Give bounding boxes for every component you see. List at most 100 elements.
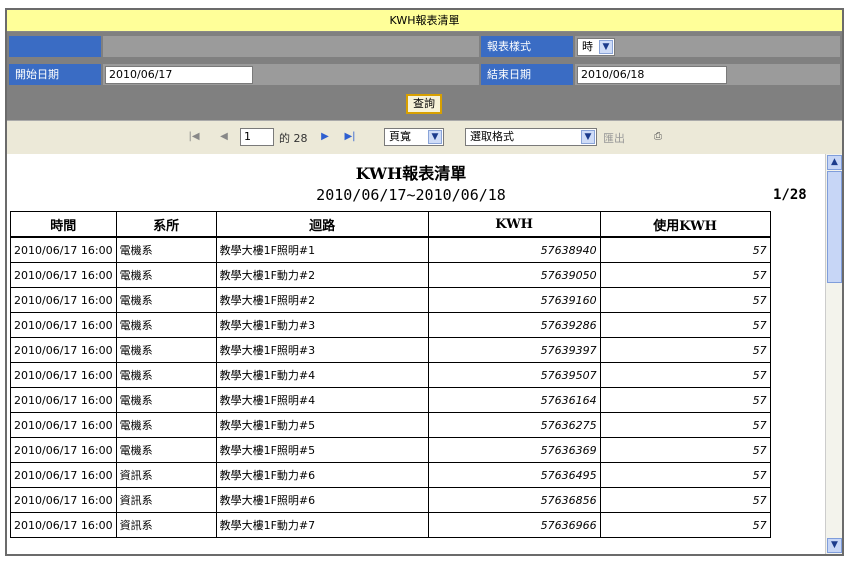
start-date-input[interactable]: 2010/06/17 xyxy=(105,66,253,84)
filter-row-2: 開始日期 2010/06/17 結束日期 2010/06/18 xyxy=(7,62,842,87)
cell-time: 2010/06/17 16:00 xyxy=(10,462,117,488)
end-date-label: 結束日期 xyxy=(481,64,573,85)
page-number-input[interactable]: 1 xyxy=(240,128,274,146)
cell-department: 電機系 xyxy=(115,362,217,388)
cell-kwh: 57639160 xyxy=(427,287,601,313)
last-page-icon[interactable]: ▶| xyxy=(343,130,357,144)
report-style-label: 報表樣式 xyxy=(481,36,573,57)
cell-department: 資訊系 xyxy=(115,487,217,513)
table-header-row: 時間 系所 迴路 KWH 使用KWH xyxy=(10,211,771,238)
report-toolbar: |◀ ◀ 1 的 28 ▶ ▶| 頁寬 ▼ 選取格式 ▼ 匯出 ⎙ xyxy=(7,120,842,155)
export-link[interactable]: 匯出 xyxy=(603,130,625,146)
scroll-down-icon[interactable]: ▼ xyxy=(827,538,842,553)
cell-used-kwh: 57 xyxy=(599,512,771,538)
table-row: 2010/06/17 16:00 電機系 教學大樓1F照明#1 57638940 57 xyxy=(10,236,771,263)
column-header: KWH xyxy=(427,211,601,238)
cell-circuit: 教學大樓1F動力#5 xyxy=(215,412,429,438)
cell-time: 2010/06/17 16:00 xyxy=(10,387,117,413)
cell-department: 電機系 xyxy=(115,312,217,338)
cell-department: 資訊系 xyxy=(115,462,217,488)
blank-value-cell xyxy=(103,36,479,57)
cell-department: 資訊系 xyxy=(115,512,217,538)
table-row: 2010/06/17 16:00 資訊系 教學大樓1F動力#6 57636495 57 xyxy=(10,462,771,488)
cell-time: 2010/06/17 16:00 xyxy=(10,487,117,513)
print-icon[interactable]: ⎙ xyxy=(649,130,667,144)
cell-time: 2010/06/17 16:00 xyxy=(10,412,117,438)
cell-department: 電機系 xyxy=(115,437,217,463)
vertical-scrollbar[interactable]: ▲ ▼ xyxy=(825,154,842,554)
cell-kwh: 57639050 xyxy=(427,262,601,288)
cell-used-kwh: 57 xyxy=(599,312,771,338)
cell-circuit: 教學大樓1F照明#3 xyxy=(215,337,429,363)
table-row: 2010/06/17 16:00 電機系 教學大樓1F照明#4 57636164 57 xyxy=(10,387,771,413)
cell-circuit: 教學大樓1F照明#2 xyxy=(215,287,429,313)
page-count-text: 的 28 xyxy=(279,132,308,145)
page-title: KWH報表清單 xyxy=(7,10,842,32)
table-row: 2010/06/17 16:00 電機系 教學大樓1F照明#5 57636369 57 xyxy=(10,437,771,463)
cell-used-kwh: 57 xyxy=(599,487,771,513)
table-row: 2010/06/17 16:00 電機系 教學大樓1F照明#2 57639160 57 xyxy=(10,287,771,313)
cell-kwh: 57636856 xyxy=(427,487,601,513)
start-date-cell: 2010/06/17 xyxy=(103,64,479,85)
end-date-input[interactable]: 2010/06/18 xyxy=(577,66,727,84)
cell-kwh: 57636369 xyxy=(427,437,601,463)
cell-used-kwh: 57 xyxy=(599,262,771,288)
cell-used-kwh: 57 xyxy=(599,236,771,263)
cell-department: 電機系 xyxy=(115,387,217,413)
chevron-down-icon: ▼ xyxy=(599,40,613,54)
cell-circuit: 教學大樓1F動力#4 xyxy=(215,362,429,388)
table-body: 2010/06/17 16:00 電機系 教學大樓1F照明#1 57638940 57 2… xyxy=(10,236,771,538)
filter-row-1: 報表樣式 時 ▼ xyxy=(7,34,842,59)
column-header: 迴路 xyxy=(215,211,429,238)
cell-circuit: 教學大樓1F照明#6 xyxy=(215,487,429,513)
cell-department: 電機系 xyxy=(115,412,217,438)
chevron-down-icon: ▼ xyxy=(581,130,595,144)
cell-circuit: 教學大樓1F動力#3 xyxy=(215,312,429,338)
table-row: 2010/06/17 16:00 電機系 教學大樓1F照明#3 57639397 57 xyxy=(10,337,771,363)
report-date-range: 2010/06/17~2010/06/18 xyxy=(316,186,506,204)
view-width-select[interactable]: 頁寬 ▼ xyxy=(384,128,444,146)
cell-time: 2010/06/17 16:00 xyxy=(10,437,117,463)
cell-kwh: 57638940 xyxy=(427,236,601,263)
prev-page-icon[interactable]: ◀ xyxy=(217,130,231,144)
report-page-indicator: 1/28 xyxy=(773,187,807,203)
table-row: 2010/06/17 16:00 電機系 教學大樓1F動力#3 57639286 57 xyxy=(10,312,771,338)
cell-circuit: 教學大樓1F照明#1 xyxy=(215,236,429,263)
cell-department: 電機系 xyxy=(115,337,217,363)
cell-kwh: 57639507 xyxy=(427,362,601,388)
table-row: 2010/06/17 16:00 電機系 教學大樓1F動力#2 57639050 57 xyxy=(10,262,771,288)
cell-used-kwh: 57 xyxy=(599,412,771,438)
cell-kwh: 57636495 xyxy=(427,462,601,488)
table-row: 2010/06/17 16:00 電機系 教學大樓1F動力#5 57636275 57 xyxy=(10,412,771,438)
report-window: KWH報表清單 報表樣式 時 ▼ 開始日期 2010/06/17 結束日期 20… xyxy=(5,8,844,556)
cell-circuit: 教學大樓1F動力#6 xyxy=(215,462,429,488)
view-width-value: 頁寬 xyxy=(389,130,411,143)
cell-kwh: 57639397 xyxy=(427,337,601,363)
cell-used-kwh: 57 xyxy=(599,362,771,388)
export-format-select[interactable]: 選取格式 ▼ xyxy=(465,128,597,146)
report-viewer: KWH報表清單 2010/06/17~2010/06/18 1/28 時間 系所… xyxy=(7,154,842,554)
cell-time: 2010/06/17 16:00 xyxy=(10,362,117,388)
cell-used-kwh: 57 xyxy=(599,337,771,363)
kwh-table: 時間 系所 迴路 KWH 使用KWH 2010/06/17 16:00 電機系 教學… xyxy=(10,211,771,538)
column-header: 時間 xyxy=(10,211,117,238)
end-date-cell: 2010/06/18 xyxy=(575,64,840,85)
start-date-label: 開始日期 xyxy=(9,64,101,85)
scroll-up-icon[interactable]: ▲ xyxy=(827,155,842,170)
cell-kwh: 57639286 xyxy=(427,312,601,338)
column-header: 使用KWH xyxy=(599,211,771,238)
query-button[interactable]: 查詢 xyxy=(406,94,442,114)
cell-circuit: 教學大樓1F照明#4 xyxy=(215,387,429,413)
column-header: 系所 xyxy=(115,211,217,238)
table-row: 2010/06/17 16:00 資訊系 教學大樓1F照明#6 57636856 57 xyxy=(10,487,771,513)
first-page-icon[interactable]: |◀ xyxy=(187,130,201,144)
next-page-icon[interactable]: ▶ xyxy=(318,130,332,144)
scrollbar-thumb[interactable] xyxy=(827,171,842,283)
report-style-select[interactable]: 時 ▼ xyxy=(577,38,615,56)
report-title: KWH報表清單 xyxy=(355,164,467,183)
cell-time: 2010/06/17 16:00 xyxy=(10,312,117,338)
cell-kwh: 57636164 xyxy=(427,387,601,413)
cell-used-kwh: 57 xyxy=(599,387,771,413)
cell-time: 2010/06/17 16:00 xyxy=(10,262,117,288)
blank-label-cell xyxy=(9,36,101,57)
